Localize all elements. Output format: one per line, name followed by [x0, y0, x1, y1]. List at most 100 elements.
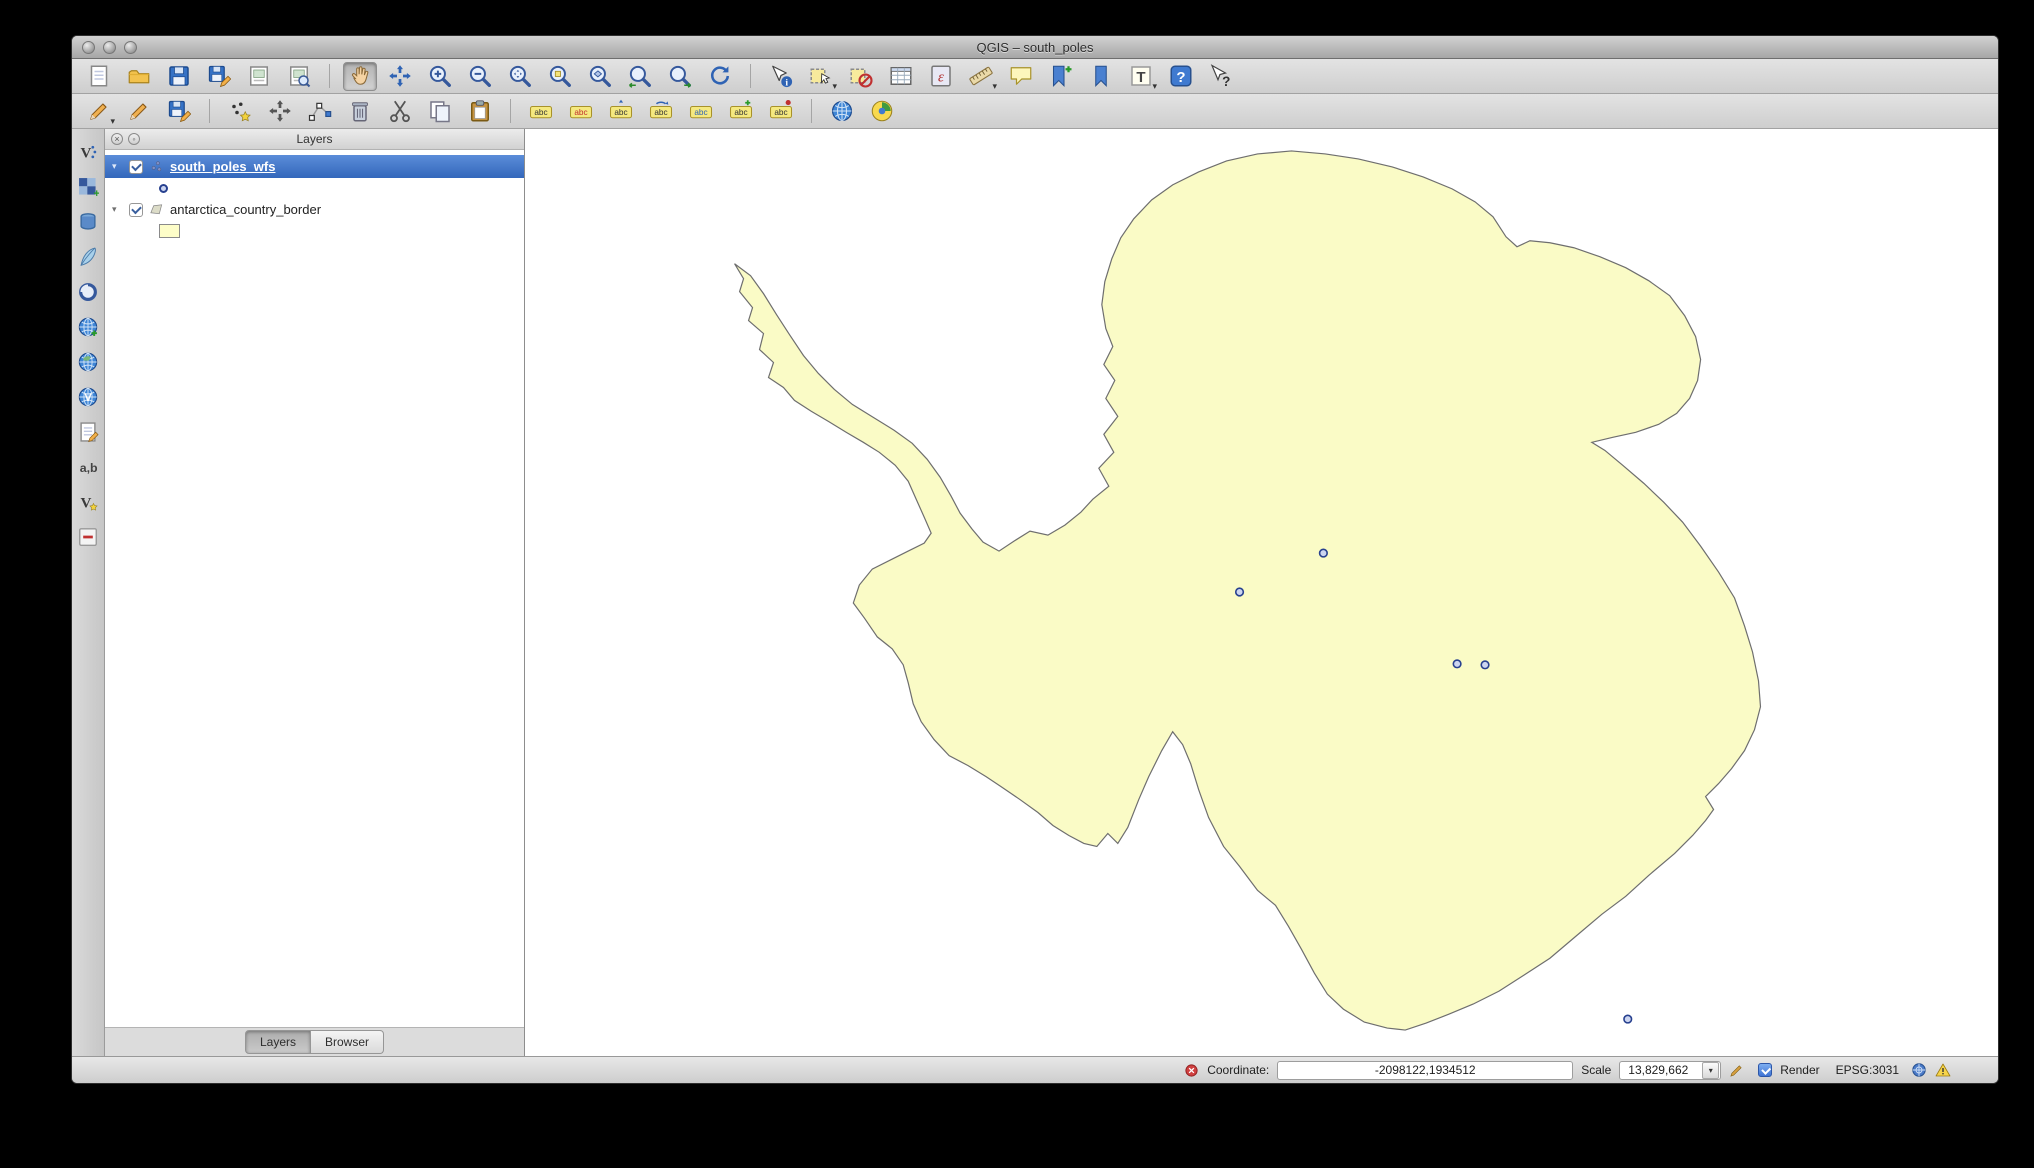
titlebar[interactable]: QGIS – south_poles [72, 36, 1998, 59]
label-settings-icon: abc [569, 99, 593, 123]
add-wcs-layer-button[interactable] [74, 349, 102, 375]
window-title: QGIS – south_poles [976, 39, 1094, 55]
messages-warning-icon[interactable] [1935, 1062, 1951, 1078]
label-settings-button[interactable]: abc [564, 97, 598, 126]
tab-browser[interactable]: Browser [311, 1030, 385, 1054]
measure-button[interactable]: ▾ [964, 62, 998, 91]
scale-input[interactable]: 13,829,662 [1619, 1060, 1722, 1080]
pin-labels-button[interactable]: abc [764, 97, 798, 126]
float-panel-icon[interactable] [128, 133, 140, 145]
render-checkbox[interactable] [1758, 1063, 1773, 1077]
refresh-map-button[interactable] [703, 62, 737, 91]
toolbar-separator [209, 99, 210, 123]
crs-status-icon[interactable] [1911, 1062, 1927, 1078]
zoom-to-layer-button[interactable] [583, 62, 617, 91]
pan-map-button[interactable] [343, 61, 377, 91]
move-label-button[interactable]: abc [604, 97, 638, 126]
labeling-button[interactable]: abc [524, 97, 558, 126]
add-vector-layer-button[interactable]: V [74, 139, 102, 165]
current-edits-button[interactable]: ▾ [82, 97, 116, 126]
new-project-button[interactable] [82, 62, 116, 91]
composer-manager-button[interactable] [282, 62, 316, 91]
new-print-composer-button[interactable] [242, 62, 276, 91]
save-project-button[interactable] [162, 62, 196, 91]
main-area: V + Va,b V Layers south_poles_wfs [72, 129, 1998, 1056]
add-postgis-layer-button[interactable] [74, 209, 102, 235]
expand-triangle-icon[interactable] [112, 204, 123, 215]
qgis-plugin-icon [870, 99, 894, 123]
label-properties-button[interactable]: abc [724, 97, 758, 126]
layer-row-south-poles-wfs[interactable]: south_poles_wfs [105, 155, 524, 178]
add-wcs-layer-icon [77, 351, 99, 373]
dropdown-arrow-icon[interactable]: ▾ [832, 81, 837, 91]
rotate-label-button[interactable]: abc [644, 97, 678, 126]
map-tips-button[interactable] [1004, 62, 1038, 91]
open-project-button[interactable] [122, 62, 156, 91]
copy-features-button[interactable] [423, 97, 457, 126]
toggle-editing-button[interactable] [122, 97, 156, 126]
web-plugin-button[interactable] [825, 97, 859, 126]
tab-layers[interactable]: Layers [244, 1030, 311, 1054]
zoom-next-button[interactable] [663, 62, 697, 91]
node-tool-button[interactable] [303, 97, 337, 126]
scale-dropdown-icon[interactable] [1702, 1061, 1720, 1079]
open-attribute-table-button[interactable] [884, 62, 918, 91]
coordinate-input[interactable]: -2098122,1934512 [1277, 1060, 1574, 1080]
dropdown-arrow-icon[interactable]: ▾ [992, 81, 997, 91]
paste-features-button[interactable] [463, 97, 497, 126]
stop-render-icon[interactable] [1184, 1063, 1199, 1078]
qgis-plugin-button[interactable] [865, 97, 899, 126]
remove-layer-button[interactable] [74, 524, 102, 550]
field-calculator-button[interactable]: ε [924, 62, 958, 91]
add-wfs-layer-button[interactable]: V [74, 384, 102, 410]
layer-row-antarctica-country-border[interactable]: antarctica_country_border [105, 198, 524, 221]
add-spatialite-layer-button[interactable] [74, 244, 102, 270]
layer-name: south_poles_wfs [170, 159, 276, 174]
map-canvas[interactable] [525, 129, 1998, 1056]
layer-visibility-checkbox[interactable] [129, 202, 143, 217]
select-features-button[interactable]: ▾ [804, 62, 838, 91]
add-delimited-text-button[interactable]: a,b [74, 454, 102, 480]
move-feature-button[interactable] [263, 97, 297, 126]
show-bookmarks-button[interactable] [1084, 62, 1118, 91]
whats-this-button[interactable]: ? [1204, 62, 1238, 91]
status-bar: Coordinate: -2098122,1934512 Scale 13,82… [72, 1056, 1998, 1083]
save-edits-button[interactable] [162, 97, 196, 126]
help-button[interactable]: ? [1164, 62, 1198, 91]
minimize-window-button[interactable] [103, 41, 116, 54]
text-annotation-button[interactable]: T ▾ [1124, 62, 1158, 91]
redraw-icon[interactable] [1729, 1063, 1744, 1078]
svg-text:+: + [94, 188, 100, 198]
add-oracle-layer-button[interactable] [74, 279, 102, 305]
zoom-in-button[interactable] [423, 62, 457, 91]
add-wms-layer-button[interactable] [74, 314, 102, 340]
zoom-to-selection-button[interactable] [543, 62, 577, 91]
identify-features-button[interactable]: i [764, 62, 798, 91]
zoom-in-icon [428, 64, 452, 88]
add-raster-layer-button[interactable]: + [74, 174, 102, 200]
close-window-button[interactable] [82, 41, 95, 54]
layer-tree: south_poles_wfs antarctica_country_borde… [105, 150, 524, 1027]
add-feature-button[interactable] [223, 97, 257, 126]
new-bookmark-button[interactable] [1044, 62, 1078, 91]
new-shapefile-layer-button[interactable] [74, 419, 102, 445]
zoom-out-button[interactable] [463, 62, 497, 91]
layer-visibility-checkbox[interactable] [129, 159, 143, 174]
zoom-last-button[interactable] [623, 62, 657, 91]
zoom-full-extent-button[interactable] [503, 62, 537, 91]
cut-features-icon [388, 99, 412, 123]
save-project-as-button[interactable] [202, 62, 236, 91]
dropdown-arrow-icon[interactable]: ▾ [110, 116, 115, 126]
wfs-point-marker [1452, 659, 1462, 669]
toolbar-separator [329, 64, 330, 88]
cut-features-button[interactable] [383, 97, 417, 126]
zoom-window-button[interactable] [124, 41, 137, 54]
change-label-button[interactable]: abc [684, 97, 718, 126]
close-panel-icon[interactable] [111, 133, 123, 145]
pan-to-selection-button[interactable] [383, 62, 417, 91]
expand-triangle-icon[interactable] [112, 161, 123, 172]
delete-selected-button[interactable] [343, 97, 377, 126]
dropdown-arrow-icon[interactable]: ▾ [1152, 81, 1157, 91]
deselect-features-button[interactable] [844, 62, 878, 91]
new-spatialite-layer-button[interactable]: V [74, 489, 102, 515]
